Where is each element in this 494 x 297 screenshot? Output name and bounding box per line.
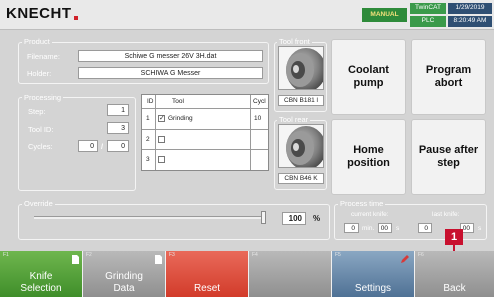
machine-hmi-screen: KNECHT MANUAL TwinCAT PLC 1/29/2019 8:20… <box>0 0 494 297</box>
filename-label: Filename: <box>27 52 60 61</box>
fkey-label: Settings <box>354 283 392 294</box>
header-bar: KNECHT MANUAL TwinCAT PLC 1/29/2019 8:20… <box>0 0 494 30</box>
fkey-number: F3 <box>169 252 175 258</box>
table-col-divider <box>155 95 156 170</box>
override-unit: % <box>313 214 321 223</box>
override-slider-track[interactable] <box>34 216 266 219</box>
pause-after-step-button[interactable]: Pause after step <box>411 119 486 195</box>
fkey-settings[interactable]: F5 Settings <box>332 251 414 297</box>
callout-badge: 1 <box>445 229 463 245</box>
grinding-wheel-icon <box>279 47 323 89</box>
cycles-separator: / <box>101 142 104 151</box>
tool-rear-legend: Tool rear <box>277 115 311 124</box>
pencil-icon <box>401 255 409 263</box>
cycles-label: Cycles: <box>28 142 53 151</box>
fkey-label: Grinding Data <box>105 271 143 294</box>
fkey-reset[interactable]: F3 Reset <box>166 251 248 297</box>
tool-rear-image <box>278 124 324 168</box>
product-legend: Product <box>22 37 52 46</box>
step-value: 1 <box>107 104 129 116</box>
fkey-number: F2 <box>86 252 92 258</box>
current-knife-min-unit: min. <box>362 225 375 232</box>
tool-front-image <box>278 46 324 90</box>
fkey-number: F5 <box>335 252 341 258</box>
table-col-divider <box>250 95 251 170</box>
tool-table: ID Tool Cycl 1 ✓ Grinding 10 2 3 <box>141 94 269 171</box>
toolid-value: 3 <box>107 122 129 134</box>
fkey-number: F4 <box>252 252 258 258</box>
tool-front-legend: Tool front <box>277 37 312 46</box>
table-row-2-id: 2 <box>146 136 150 143</box>
cycles-current-value: 0 <box>78 140 98 152</box>
fkey-back[interactable]: F6 Back <box>415 251 494 297</box>
time-display: 8:20:49 AM <box>448 16 492 27</box>
mode-indicator: MANUAL <box>362 8 407 22</box>
holder-label: Holder: <box>27 69 52 78</box>
date-display: 1/29/2019 <box>448 3 492 14</box>
table-row-divider <box>142 149 268 150</box>
step-label: Step: <box>28 107 46 116</box>
last-knife-minutes: 0 <box>418 223 432 233</box>
table-row-1-id: 1 <box>146 115 150 122</box>
current-knife-seconds: 00 <box>378 223 392 233</box>
override-value: 100 <box>282 212 306 225</box>
holder-value: SCHIWA G Messer <box>78 67 263 79</box>
home-position-button[interactable]: Home position <box>331 119 406 195</box>
table-row-2-checkbox[interactable] <box>158 136 165 143</box>
process-time-legend: Process time <box>338 199 386 208</box>
coolant-pump-button[interactable]: Coolant pump <box>331 39 406 115</box>
fkey-label: Knife Selection <box>20 271 62 294</box>
grinding-wheel-icon <box>279 125 323 167</box>
program-abort-button[interactable]: Program abort <box>411 39 486 115</box>
fkey-number: F1 <box>3 252 9 258</box>
current-knife-minutes: 0 <box>344 223 359 233</box>
plc-status: PLC <box>410 16 446 27</box>
table-row-1-tool[interactable]: Grinding <box>168 115 193 123</box>
table-row-3-id: 3 <box>146 156 150 163</box>
fkey-number: F6 <box>418 252 424 258</box>
table-header-cycles: Cycl <box>253 98 266 105</box>
override-slider-handle[interactable] <box>261 211 266 224</box>
filename-value: Schiwe G messer 26V 3H.dat <box>78 50 263 62</box>
toolid-label: Tool ID: <box>28 125 54 134</box>
table-header-id: ID <box>147 98 154 105</box>
table-row-3-checkbox[interactable] <box>158 156 165 163</box>
twincat-status: TwinCAT <box>410 3 446 14</box>
tool-rear-name: CBN B46 K <box>278 173 324 184</box>
logo-dot <box>73 16 78 20</box>
table-row-divider <box>142 129 268 130</box>
processing-legend: Processing <box>22 93 64 102</box>
override-legend: Override <box>22 199 55 208</box>
fkey-label: Reset <box>193 283 221 294</box>
table-header-tool: Tool <box>172 98 184 105</box>
fkey-label: Back <box>443 283 466 294</box>
document-icon <box>72 255 79 264</box>
fkey-knife-selection[interactable]: F1 Knife Selection <box>0 251 82 297</box>
table-row-1-cycles: 10 <box>254 115 262 122</box>
last-knife-sec-unit: s <box>478 225 482 232</box>
last-knife-label: last knife: <box>432 211 460 218</box>
table-row-1-checkbox[interactable]: ✓ <box>158 115 165 122</box>
fkey-grinding-data[interactable]: F2 Grinding Data <box>83 251 165 297</box>
tool-front-name: CBN B181 l <box>278 95 324 106</box>
current-knife-sec-unit: s <box>396 225 400 232</box>
document-icon <box>155 255 162 264</box>
cycles-total-value: 0 <box>107 140 129 152</box>
company-logo: KNECHT <box>6 5 78 22</box>
fkey-empty[interactable]: F4 <box>249 251 331 297</box>
current-knife-label: current knife: <box>351 211 389 218</box>
